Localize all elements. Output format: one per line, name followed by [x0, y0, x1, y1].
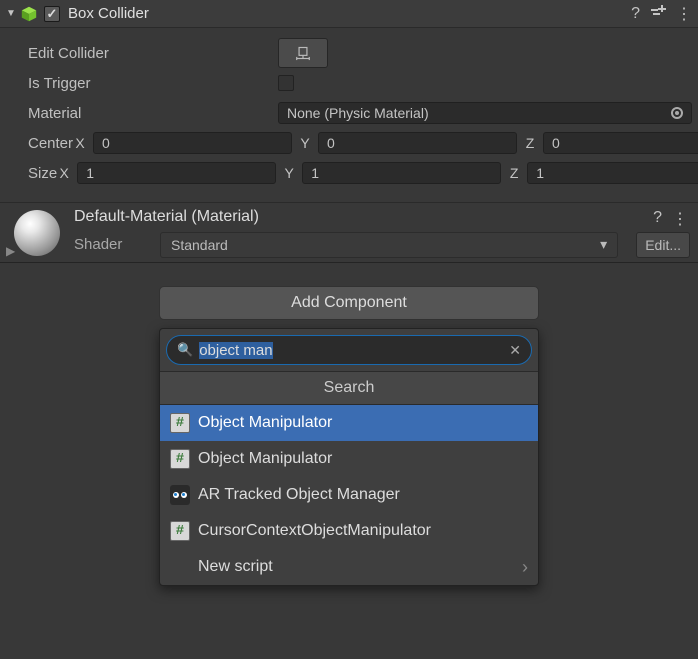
enable-component-checkbox[interactable] — [44, 6, 60, 22]
component-result-label: Object Manipulator — [198, 450, 332, 468]
axis-y-label: Y — [282, 165, 296, 181]
center-label: Center — [28, 135, 73, 152]
component-result-item[interactable]: # Object Manipulator — [160, 405, 538, 441]
chevron-down-icon: ▾ — [600, 236, 607, 253]
shader-value: Standard — [171, 237, 228, 253]
help-icon[interactable]: ? — [631, 5, 640, 23]
csharp-script-icon: # — [170, 449, 190, 469]
component-result-label: Object Manipulator — [198, 414, 332, 432]
add-component-button[interactable]: Add Component — [159, 286, 539, 320]
component-result-item[interactable]: # CursorContextObjectManipulator — [160, 513, 538, 549]
shader-dropdown[interactable]: Standard ▾ — [160, 232, 618, 258]
expand-material-icon[interactable]: ▶ — [6, 244, 15, 258]
search-icon: 🔍 — [177, 342, 193, 358]
clear-search-icon[interactable]: ✕ — [509, 342, 521, 359]
component-title: Box Collider — [68, 5, 631, 22]
component-cube-icon — [20, 5, 38, 23]
size-z-input[interactable] — [527, 162, 698, 184]
size-x-input[interactable] — [77, 162, 276, 184]
material-header: Default-Material (Material) Shader Stand… — [0, 202, 698, 262]
axis-z-label: Z — [507, 165, 521, 181]
material-preview-sphere — [14, 210, 60, 256]
center-z-input[interactable] — [543, 132, 698, 154]
component-result-label: CursorContextObjectManipulator — [198, 522, 431, 540]
dropdown-list: # Object Manipulator # Object Manipulator AR… — [160, 405, 538, 549]
foldout-toggle[interactable]: ▼ — [6, 8, 20, 19]
size-label: Size — [28, 165, 57, 182]
shader-label: Shader — [74, 236, 150, 253]
box-collider-body: Edit Collider Is Trigger Material None (… — [0, 28, 698, 202]
csharp-script-icon: # — [170, 521, 190, 541]
box-collider-header: ▼ Box Collider ? ⋮ — [0, 0, 698, 28]
context-menu-icon[interactable]: ⋮ — [676, 4, 692, 24]
edit-collider-label: Edit Collider — [28, 45, 278, 62]
component-result-label: AR Tracked Object Manager — [198, 486, 400, 504]
add-component-zone: Add Component 🔍 ✕ Search # Object Manipul… — [0, 280, 698, 586]
preset-icon[interactable] — [650, 3, 666, 24]
axis-x-label: X — [57, 165, 71, 181]
divider — [0, 262, 698, 280]
physic-material-value: None (Physic Material) — [287, 105, 429, 121]
new-script-item[interactable]: New script › — [160, 549, 538, 585]
center-x-input[interactable] — [93, 132, 292, 154]
csharp-script-icon: # — [170, 413, 190, 433]
new-script-label: New script — [170, 558, 273, 576]
context-menu-icon[interactable]: ⋮ — [672, 209, 688, 229]
center-y-input[interactable] — [318, 132, 517, 154]
help-icon[interactable]: ? — [653, 209, 662, 229]
ar-icon — [170, 485, 190, 505]
search-box: 🔍 ✕ — [166, 335, 532, 365]
material-label: Material — [28, 105, 278, 122]
add-component-dropdown: 🔍 ✕ Search # Object Manipulator # Object Ma… — [159, 328, 539, 586]
component-search-input[interactable] — [199, 342, 503, 359]
axis-x-label: X — [73, 135, 87, 151]
edit-collider-button[interactable] — [278, 38, 328, 68]
component-result-item[interactable]: # Object Manipulator — [160, 441, 538, 477]
material-title: Default-Material (Material) — [74, 208, 690, 226]
physic-material-field[interactable]: None (Physic Material) — [278, 102, 692, 124]
dropdown-header: Search — [160, 371, 538, 405]
component-result-item[interactable]: AR Tracked Object Manager — [160, 477, 538, 513]
is-trigger-checkbox[interactable] — [278, 75, 294, 91]
chevron-right-icon: › — [522, 557, 528, 578]
is-trigger-label: Is Trigger — [28, 75, 278, 92]
axis-z-label: Z — [523, 135, 537, 151]
object-picker-icon[interactable] — [671, 107, 683, 119]
axis-y-label: Y — [298, 135, 312, 151]
material-edit-button[interactable]: Edit... — [636, 232, 690, 258]
size-y-input[interactable] — [302, 162, 501, 184]
